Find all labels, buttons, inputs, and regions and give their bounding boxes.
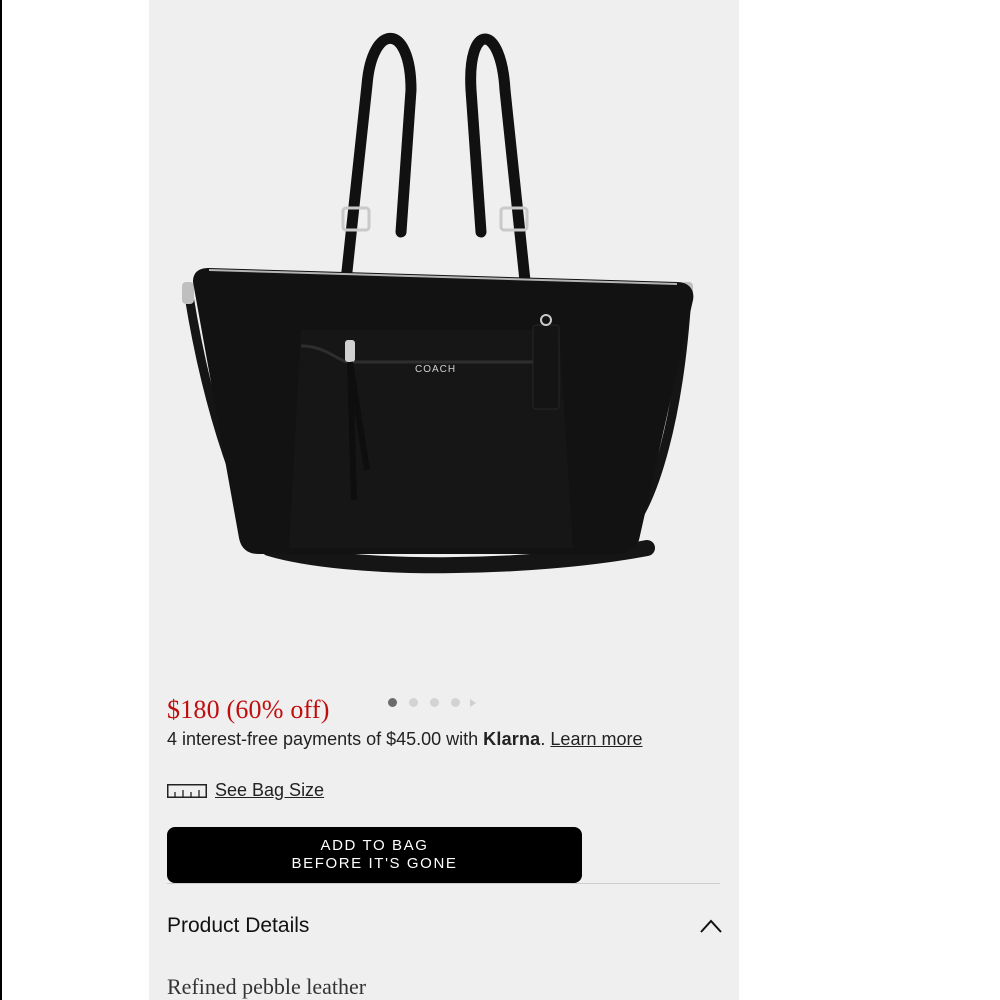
bag-size-row[interactable]: See Bag Size <box>167 780 324 801</box>
product-detail-item: Refined pebble leather <box>167 974 367 999</box>
left-edge-divider <box>0 0 2 1000</box>
add-to-bag-button[interactable]: ADD TO BAG BEFORE IT'S GONE <box>167 827 582 883</box>
klarna-brand: Klarna <box>483 729 541 749</box>
carousel-dot-2[interactable] <box>409 698 418 707</box>
sale-price: $180 (60% off) <box>167 695 330 724</box>
section-divider <box>167 883 720 884</box>
tote-bag-illustration: COACH <box>182 32 694 574</box>
carousel-dot-3[interactable] <box>430 698 439 707</box>
carousel-dots[interactable] <box>388 698 476 707</box>
carousel-dot-1[interactable] <box>388 698 397 707</box>
klarna-prefix: 4 interest-free payments of $45.00 with <box>167 729 484 749</box>
product-image[interactable]: COACH <box>149 0 739 680</box>
chevron-up-icon[interactable] <box>699 918 723 934</box>
see-bag-size-link[interactable]: See Bag Size <box>215 780 324 801</box>
product-details-toggle[interactable]: Product Details <box>167 912 723 946</box>
carousel-next-icon[interactable] <box>470 698 476 707</box>
ruler-icon <box>167 783 207 798</box>
klarna-payments: 4 interest-free payments of $45.00 with … <box>167 729 642 750</box>
price-row: $180 (60% off) <box>167 690 330 730</box>
svg-text:COACH: COACH <box>415 364 456 375</box>
learn-more-link[interactable]: Learn more <box>550 729 642 749</box>
product-details-title: Product Details <box>167 914 310 937</box>
product-panel: COACH $180 (60% off) 4 interest-free pay… <box>149 0 739 1000</box>
add-to-bag-sublabel: BEFORE IT'S GONE <box>291 855 458 872</box>
carousel-dot-4[interactable] <box>451 698 460 707</box>
add-to-bag-label: ADD TO BAG <box>320 837 429 854</box>
klarna-suffix: . <box>540 729 551 749</box>
